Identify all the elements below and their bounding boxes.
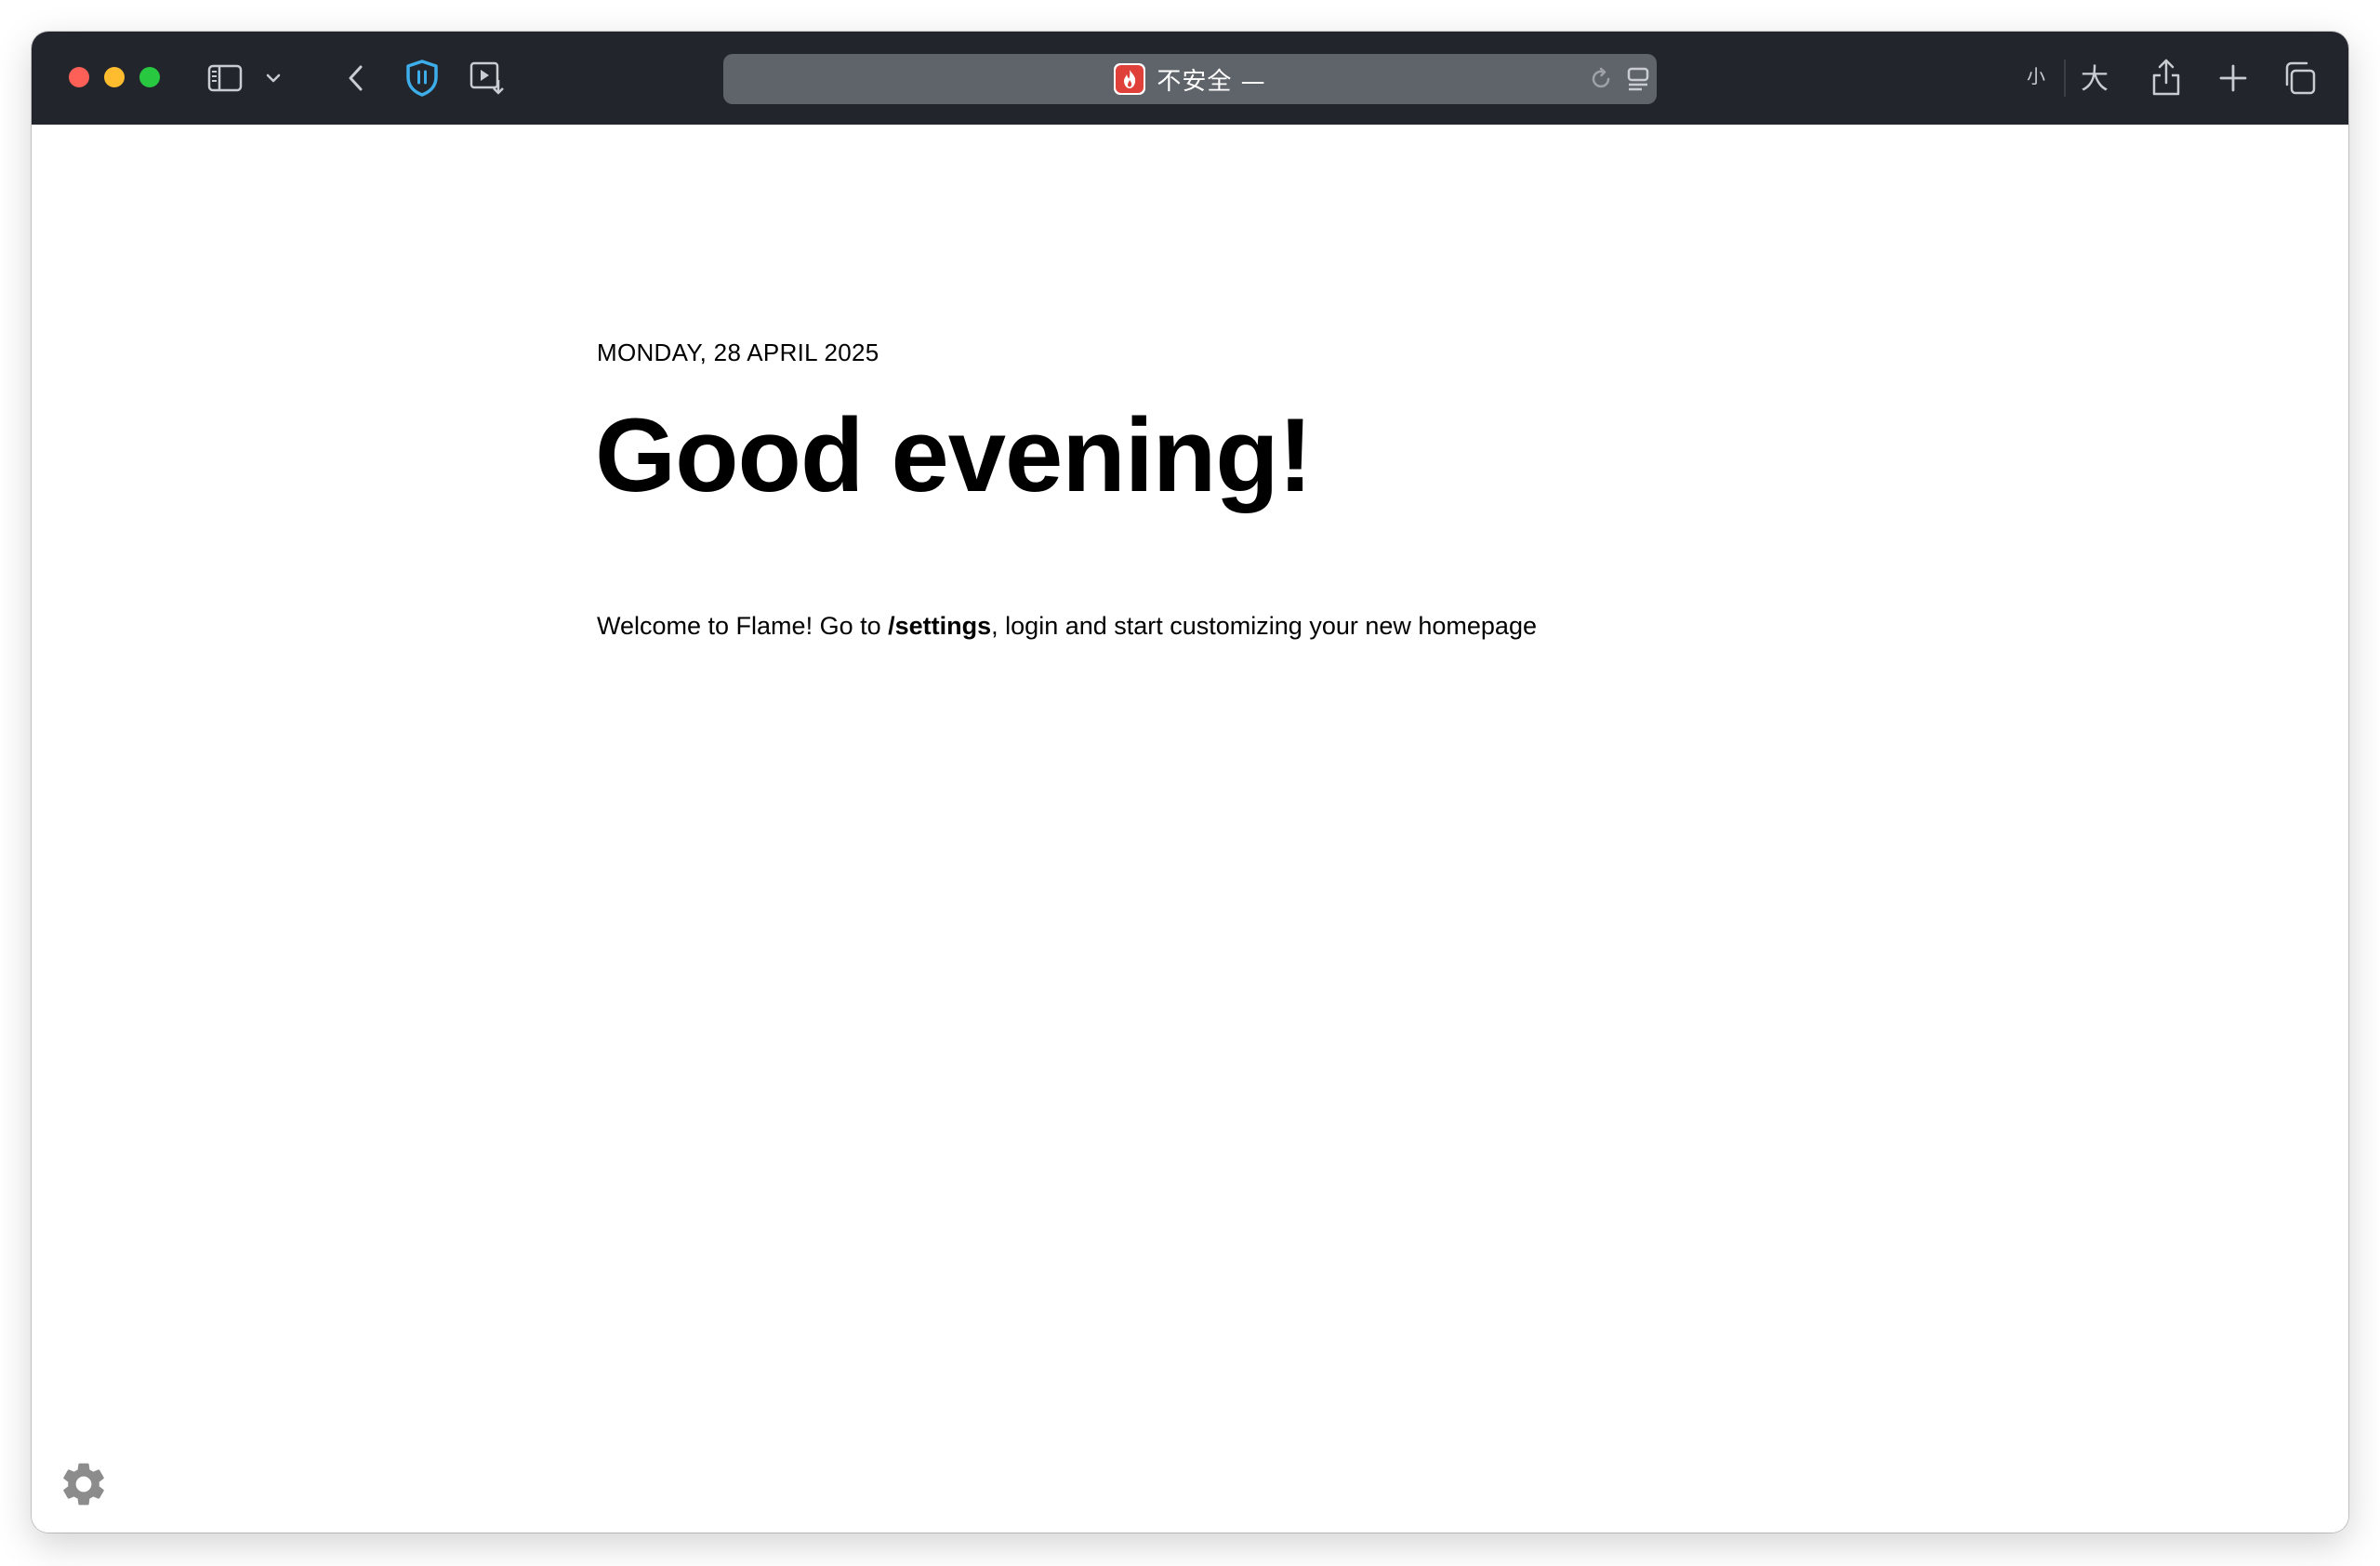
welcome-text-before: Welcome to Flame! Go to <box>597 612 889 640</box>
flame-favicon-icon <box>1114 63 1146 95</box>
reader-icon[interactable] <box>1625 54 1653 104</box>
gear-icon[interactable] <box>58 1458 110 1510</box>
address-bar[interactable]: 不安全 — <box>723 54 1657 104</box>
welcome-text-after: , login and start customizing your new h… <box>991 612 1537 640</box>
page-content: MONDAY, 28 APRIL 2025 Good evening! Welc… <box>32 125 2348 1533</box>
browser-window: 不安全 — 小 大 MONDAY, 28 APRIL 2025 Good eve… <box>32 32 2348 1533</box>
browser-toolbar: 不安全 — 小 大 <box>32 32 2348 125</box>
sidebar-icon[interactable] <box>206 61 244 95</box>
share-icon[interactable] <box>2148 54 2185 100</box>
zoom-window-button[interactable] <box>139 67 160 87</box>
close-window-button[interactable] <box>69 67 89 87</box>
plus-icon[interactable] <box>2215 60 2252 97</box>
address-content: 不安全 — <box>723 54 1657 104</box>
media-download-icon[interactable] <box>469 60 506 97</box>
address-text: 不安全 — <box>1157 67 1266 96</box>
shield-icon[interactable] <box>403 58 441 99</box>
current-date: MONDAY, 28 APRIL 2025 <box>597 338 879 366</box>
reload-icon[interactable] <box>1588 54 1616 104</box>
chevron-down-icon[interactable] <box>262 67 284 89</box>
welcome-message: Welcome to Flame! Go to /settings, login… <box>597 612 1537 641</box>
settings-path: /settings <box>888 612 992 640</box>
decrease-text-size-button[interactable]: 小 <box>2027 61 2045 88</box>
increase-text-size-button[interactable]: 大 <box>2081 56 2109 97</box>
tabs-icon[interactable] <box>2280 60 2319 97</box>
toolbar-divider <box>2064 60 2066 97</box>
chevron-left-icon[interactable] <box>342 60 370 97</box>
minimize-window-button[interactable] <box>104 67 125 87</box>
greeting-heading: Good evening! <box>595 397 1313 513</box>
